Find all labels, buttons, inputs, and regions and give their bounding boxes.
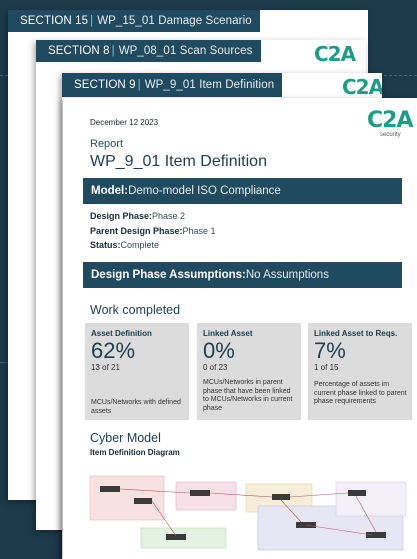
design-phase-value: Phase 2 (152, 211, 186, 221)
metric-label: Linked Asset (203, 329, 253, 338)
metric-description: Percentage of assets im current phase li… (314, 381, 407, 405)
diagram-group (335, 481, 407, 517)
metric-card-asset-definition: Asset Definition 62% 13 of 21 MCUs/Netwo… (85, 323, 189, 420)
document-type: Report (90, 138, 124, 150)
card-header: SECTION 9 | WP_9_01 Item Definition (62, 73, 283, 97)
parent-phase-row: Parent Design Phase:Phase 1 (90, 226, 216, 236)
c2a-logo: C2A (367, 108, 413, 133)
metric-count: 1 of 15 (314, 363, 339, 372)
report-page: C2A security December 12 2023 Report WP_… (63, 98, 417, 559)
model-band: Model:Demo-model ISO Compliance (83, 178, 402, 204)
card-header: SECTION 8 | WP_08_01 Scan Sources (36, 40, 261, 62)
work-package-label: WP_15_01 Damage Scenario (97, 15, 252, 27)
metric-description: MCUs/Networks with defined assets (91, 399, 181, 415)
card-header: SECTION 15 | WP_15_01 Damage Scenario (8, 10, 260, 32)
assumptions-label: Design Phase Assumptions: (91, 269, 246, 281)
metric-label: Linked Asset to Reqs. (314, 329, 398, 338)
status-value: Complete (120, 240, 160, 250)
parent-phase-value: Phase 1 (182, 226, 216, 236)
diagram-title: Item Definition Diagram (90, 448, 180, 457)
diagram-node (190, 490, 210, 496)
design-phase-label: Design Phase: (90, 211, 153, 221)
section-label: SECTION 15 (20, 15, 89, 27)
design-phase-row: Design Phase:Phase 2 (90, 211, 185, 221)
metric-value: 62% (91, 338, 136, 363)
model-value: Demo-model ISO Compliance (128, 185, 281, 197)
diagram-node (166, 534, 186, 540)
metric-label: Asset Definition (91, 329, 152, 338)
page-title: WP_9_01 Item Definition (90, 153, 267, 170)
diagram-group (89, 475, 165, 521)
diagram-node (134, 498, 152, 504)
metric-card-linked-asset-to-reqs: Linked Asset to Reqs. 7% 1 of 15 Percent… (308, 323, 412, 420)
cyber-model-title: Cyber Model (90, 431, 161, 445)
model-label: Model: (91, 185, 129, 197)
parent-phase-label: Parent Design Phase: (90, 226, 183, 236)
report-date: December 12 2023 (90, 118, 159, 127)
diagram-node (366, 532, 386, 538)
assumptions-value: No Assumptions (245, 269, 329, 281)
metric-count: 13 of 21 (91, 363, 120, 372)
logo-tagline: security (380, 132, 401, 138)
status-label: Status: (90, 240, 121, 250)
assumptions-band: Design Phase Assumptions:No Assumptions (83, 262, 402, 288)
metric-card-linked-asset: Linked Asset 0% 0 of 23 MCUs/Networks in… (197, 323, 301, 420)
item-definition-diagram (89, 475, 407, 551)
work-package-label: WP_08_01 Scan Sources (118, 45, 253, 57)
metric-count: 0 of 23 (203, 363, 228, 372)
metric-value: 0% (203, 338, 235, 363)
diagram-node (272, 494, 290, 500)
diagram-node (348, 490, 366, 496)
section-label: SECTION 9 (74, 79, 136, 91)
c2a-logo: C2A (314, 42, 356, 66)
c2a-logo: C2A (342, 75, 382, 99)
work-completed-title: Work completed (90, 303, 181, 317)
metric-value: 7% (314, 338, 346, 363)
status-row: Status:Complete (90, 240, 159, 250)
metric-description: MCUs/Networks in parent phase that have … (203, 379, 293, 412)
diagram-node (100, 486, 120, 492)
section-label: SECTION 8 (48, 45, 110, 57)
work-package-label: WP_9_01 Item Definition (144, 79, 275, 91)
